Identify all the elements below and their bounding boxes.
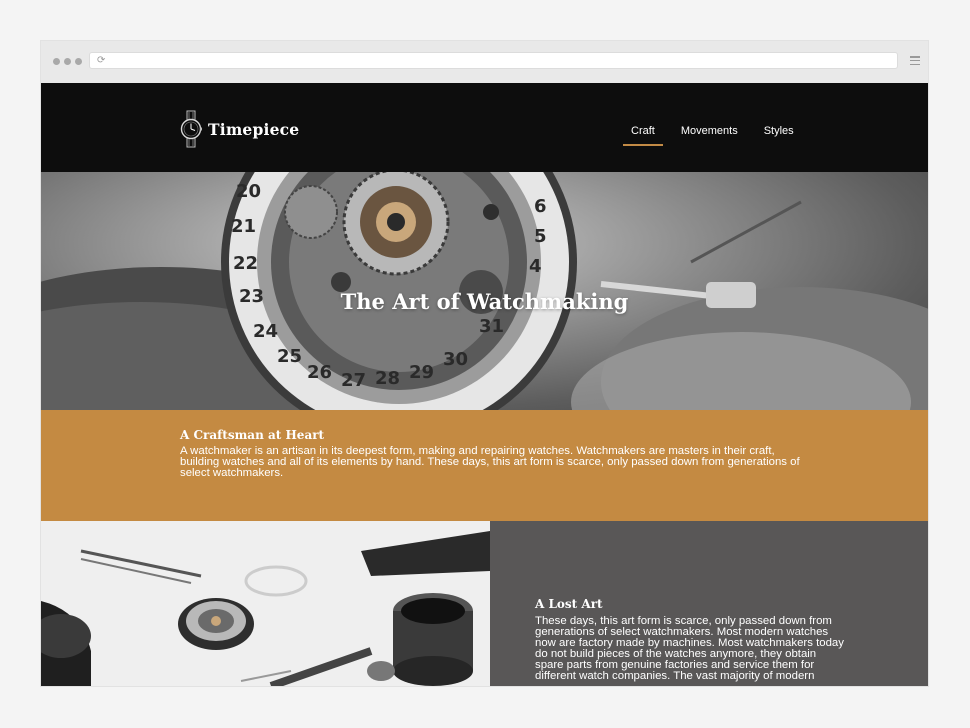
nav-item-movements[interactable]: Movements: [673, 119, 746, 146]
browser-toolbar: ⟳: [41, 41, 928, 83]
svg-text:25: 25: [277, 346, 302, 367]
craftsman-text: A watchmaker is an artisan in its deepes…: [180, 445, 800, 479]
address-bar[interactable]: ⟳: [89, 52, 898, 69]
hero-banner: 20 21 22 23 24 25 26 27 28 29 30 31 6 5 …: [41, 172, 928, 410]
lost-art-text: These days, this art form is scarce, onl…: [535, 615, 844, 682]
svg-text:30: 30: [443, 349, 468, 370]
brand-logo[interactable]: Timepiece: [180, 110, 299, 148]
craftsman-section: A Craftsman at Heart A watchmaker is an …: [41, 410, 928, 521]
window-dot[interactable]: [64, 58, 71, 65]
reload-icon[interactable]: ⟳: [97, 54, 105, 68]
watch-icon: [180, 110, 202, 148]
watch-parts-image: [41, 521, 490, 686]
lost-art-heading: A Lost Art: [535, 597, 603, 611]
svg-text:20: 20: [236, 181, 261, 202]
svg-text:26: 26: [307, 362, 332, 383]
svg-text:27: 27: [341, 370, 366, 391]
svg-text:28: 28: [375, 368, 400, 389]
menu-icon[interactable]: [910, 56, 920, 65]
hero-title: The Art of Watchmaking: [340, 289, 629, 314]
svg-text:6: 6: [534, 196, 547, 217]
svg-text:21: 21: [231, 216, 256, 237]
watch-parts-photo: [41, 521, 490, 686]
nav-item-styles[interactable]: Styles: [756, 119, 802, 146]
lost-art-panel: A Lost Art These days, this art form is …: [490, 521, 928, 686]
window-dot[interactable]: [75, 58, 82, 65]
browser-window: ⟳ Timepiece Craft Movements Styles 20 21…: [41, 41, 928, 686]
window-dot[interactable]: [53, 58, 60, 65]
craftsman-heading: A Craftsman at Heart: [180, 428, 325, 442]
svg-text:29: 29: [409, 362, 434, 383]
svg-text:31: 31: [479, 316, 504, 337]
window-controls[interactable]: [53, 58, 82, 65]
svg-text:4: 4: [529, 256, 542, 277]
nav-item-craft[interactable]: Craft: [623, 119, 663, 146]
brand-name: Timepiece: [208, 119, 300, 139]
lost-art-section: A Lost Art These days, this art form is …: [41, 521, 928, 686]
main-nav: Craft Movements Styles: [623, 119, 812, 146]
svg-text:5: 5: [534, 226, 547, 247]
svg-text:24: 24: [253, 321, 278, 342]
svg-text:22: 22: [233, 253, 258, 274]
site-header: Timepiece Craft Movements Styles: [41, 83, 928, 172]
